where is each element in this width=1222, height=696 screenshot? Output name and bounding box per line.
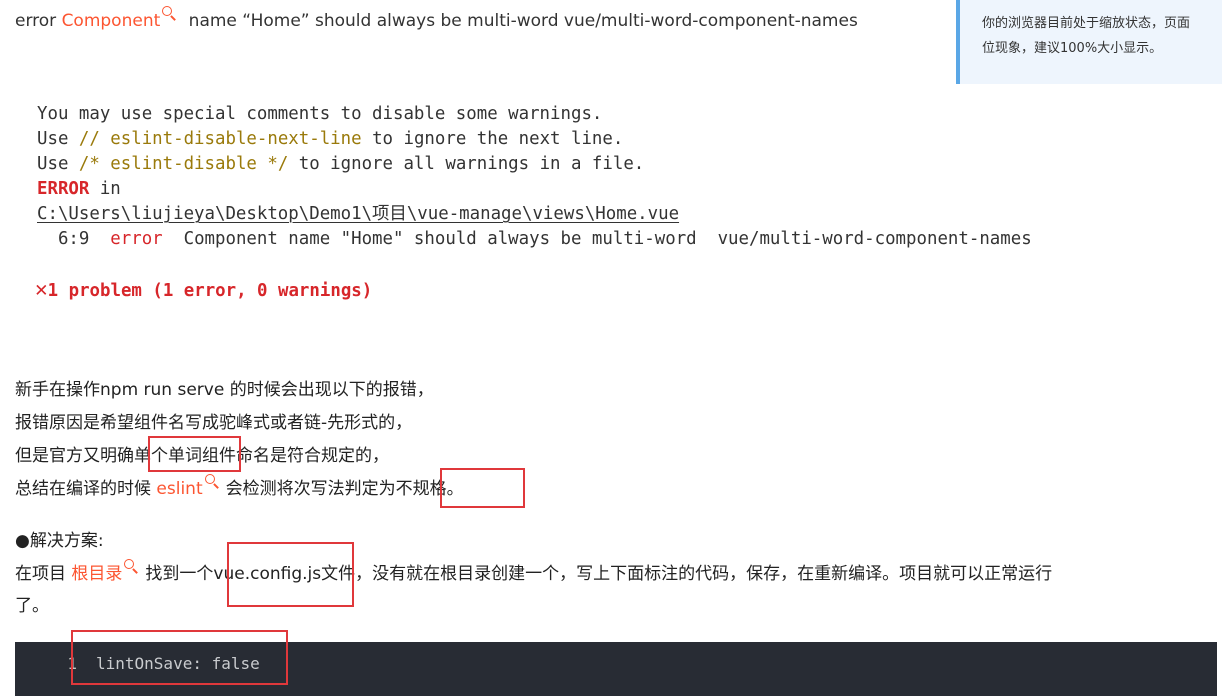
terminal-line: Use // eslint-disable-next-line to ignor… [37, 127, 623, 152]
terminal-line: Use /* eslint-disable */ to ignore all w… [37, 152, 644, 177]
line-number: 1 [67, 654, 77, 673]
eslint-keyword-link[interactable]: eslint [156, 479, 202, 499]
code-block: 1 lintOnSave: false [15, 642, 1217, 696]
terminal-text: to ignore all warnings in a file. [288, 154, 645, 174]
search-icon[interactable] [123, 559, 137, 573]
terminal-text: in [89, 179, 121, 199]
root-dir-keyword-link[interactable]: 根目录 [71, 564, 122, 584]
paragraph-line: 但是官方又明确单个单词组件命名是符合规定的， [15, 446, 389, 466]
paragraph-line: 在项目 根目录 找到一个vue.config.js文件，没有就在根目录创建一个，写… [15, 558, 1052, 590]
search-icon[interactable] [204, 474, 218, 488]
terminal-comment: /* eslint-disable */ [78, 154, 289, 174]
heading-suffix: name “Home” should always be multi-word … [183, 11, 858, 31]
error-message: Component name "Home" should always be m… [162, 229, 1032, 249]
terminal-line: 6:9 error Component name "Home" should a… [37, 227, 1032, 252]
error-heading: error Component name “Home” should alway… [15, 6, 858, 34]
paragraph-line: 报错原因是希望组件名写成驼峰式或者链-先形式的， [15, 413, 413, 433]
error-severity: error [110, 229, 163, 249]
zoom-tip-line-1: 你的浏览器目前处于缩放状态，页面 [982, 16, 1191, 31]
component-keyword-link[interactable]: Component [62, 11, 161, 31]
paragraph-line: 总结在编译的时候 eslint 会检测将次写法判定为不规格。 [15, 473, 464, 505]
solution-title: ●解决方案: [15, 531, 104, 551]
error-location: 6:9 [37, 229, 111, 249]
terminal-text: Use [37, 129, 79, 149]
zoom-warning-tip: 你的浏览器目前处于缩放状态，页面 位现象，建议100%大小显示。 [956, 0, 1222, 84]
paragraph-line: 了。 [15, 596, 49, 616]
terminal-line: ERROR in [37, 177, 121, 202]
error-label: ERROR [37, 179, 90, 199]
terminal-comment: // eslint-disable-next-line [78, 129, 362, 149]
line-number-gutter: 1 [15, 642, 79, 696]
close-icon: ✕ [35, 277, 48, 301]
code-line: lintOnSave: false [96, 654, 260, 673]
paragraph-text: 在项目 [15, 564, 72, 584]
paragraph-text: 总结在编译的时候 [15, 479, 157, 499]
paragraph-line: 新手在操作npm run serve 的时候会出现以下的报错， [15, 380, 434, 400]
search-icon[interactable] [161, 6, 175, 20]
problem-count: 1 problem (1 error, 0 warnings) [47, 281, 373, 301]
zoom-tip-line-2: 位现象，建议100%大小显示。 [982, 41, 1163, 56]
terminal-text: Use [37, 154, 79, 174]
paragraph-text: 找到一个vue.config.js文件，没有就在根目录创建一个，写上下面标注的代… [145, 564, 1053, 584]
heading-prefix: error [15, 11, 62, 31]
error-file-path: C:\Users\liujieya\Desktop\Demo1\项目\vue-m… [37, 204, 680, 224]
paragraph-text: 会检测将次写法判定为不规格。 [225, 479, 464, 499]
problem-summary: ✕1 problem (1 error, 0 warnings) [35, 277, 372, 304]
terminal-line: You may use special comments to disable … [37, 104, 603, 124]
terminal-text: to ignore the next line. [361, 129, 624, 149]
